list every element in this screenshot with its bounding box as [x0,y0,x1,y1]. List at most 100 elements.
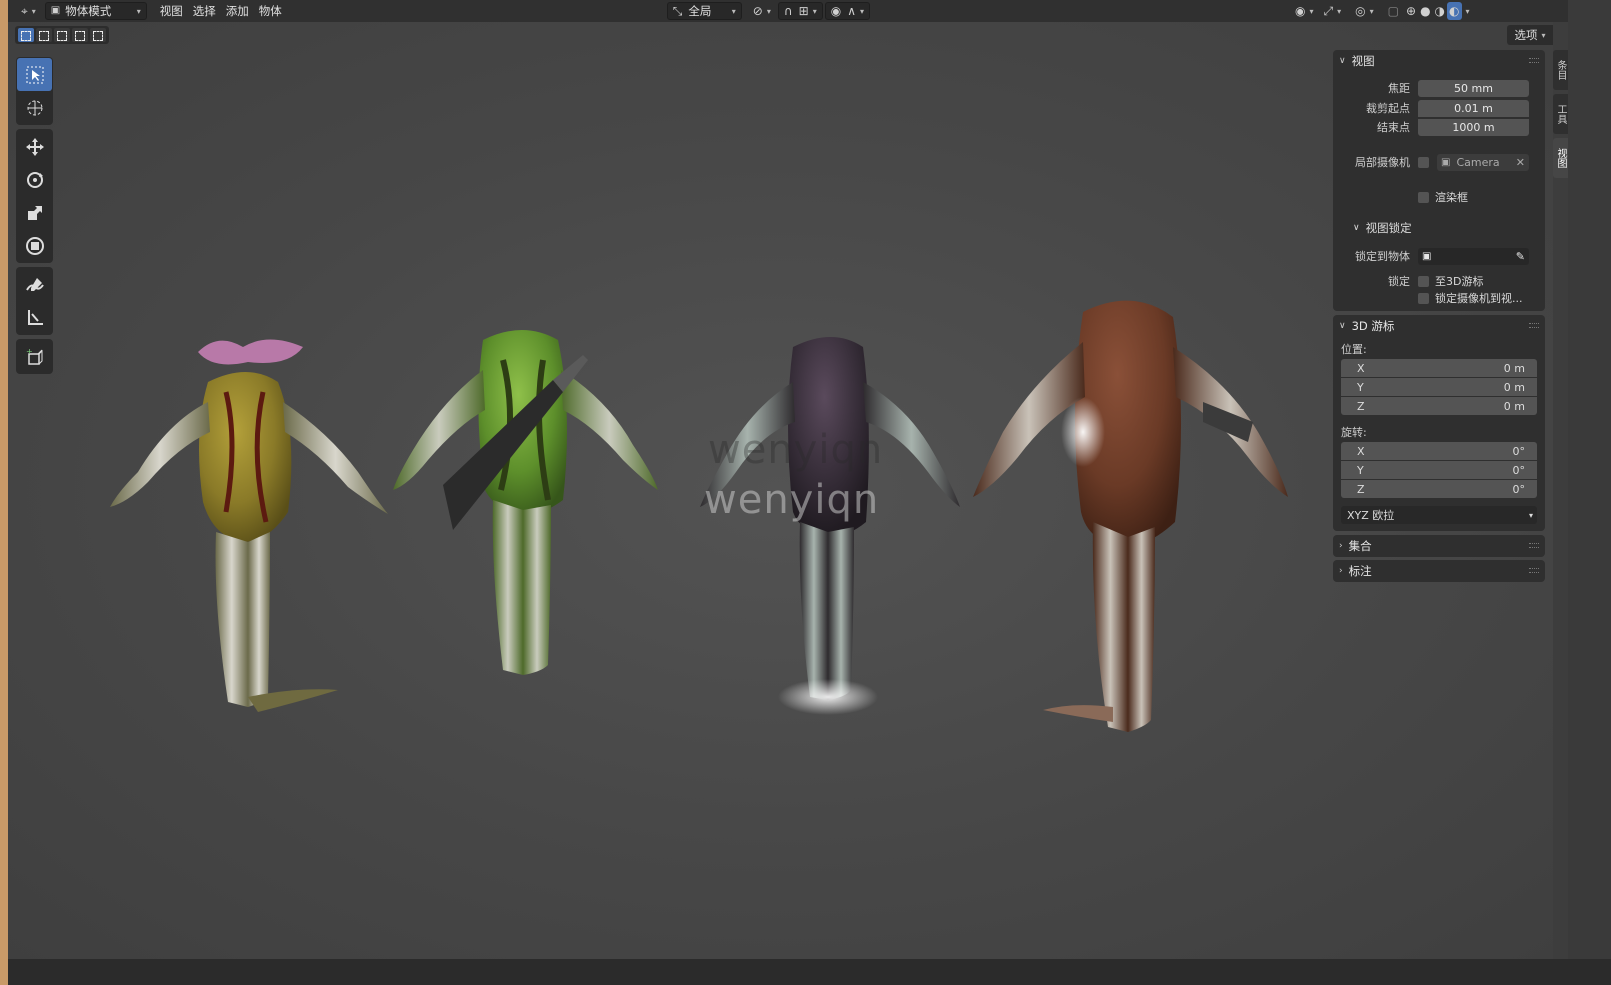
select-invert-icon[interactable] [72,28,88,42]
panel-grip-icon[interactable] [1529,568,1539,573]
panel-view-header[interactable]: ∨ 视图 [1333,50,1545,72]
tab-item[interactable]: 条目 [1553,50,1568,90]
proportional-edit-toggle[interactable]: ◉ ∧ ▾ [824,2,871,20]
rendered-shading-icon: ◐ [1449,4,1460,18]
axis-value: 0° [1512,482,1526,496]
visibility-button[interactable]: ◉ ▾ [1290,2,1319,20]
tool-shelf: + [16,57,53,378]
editor-type-button[interactable]: ⌖ ▾ [16,2,41,20]
measure-tool[interactable] [17,301,52,334]
shading-material[interactable]: ◑ [1433,2,1447,20]
snap-toggle[interactable]: ∩ ⊞ ▾ [777,2,823,20]
menu-select[interactable]: 选择 [188,2,221,20]
location-x-field[interactable]: X 0 m [1341,359,1537,377]
annotate-tool[interactable] [17,268,52,301]
visibility-icon: ◉ [1295,4,1306,18]
overlay-button[interactable]: ◎ ▾ [1350,2,1379,20]
location-label: 位置: [1341,343,1367,356]
panel-grip-icon[interactable] [1529,323,1539,328]
mode-selector[interactable]: ▣ 物体模式 ▾ [44,2,147,20]
clear-icon[interactable]: ✕ [1516,156,1525,169]
viewport-header: ⌖ ▾ ▣ 物体模式 ▾ 视图 选择 添加 物体 ⤡ 全局 ▾ ⊘ ▾ ∩ ⊞ ▾ ◉… [8,0,1568,22]
rotation-y-field[interactable]: Y 0° [1341,461,1537,479]
add-cube-tool[interactable]: + [17,340,52,373]
move-tool[interactable] [17,130,52,163]
xray-button[interactable]: ▢ [1383,2,1404,20]
lock-camera-checkbox[interactable] [1418,292,1429,304]
select-extend-icon[interactable] [36,28,52,42]
lock-cursor-checkbox[interactable] [1418,275,1429,287]
panel-collection-header[interactable]: › 集合 [1333,535,1545,557]
shading-wireframe[interactable]: ⊕ [1404,2,1418,20]
cursor-tool[interactable] [17,91,52,124]
select-subtract-icon[interactable] [54,28,70,42]
rotation-x-field[interactable]: X 0° [1341,442,1537,460]
transform-icon [25,236,44,255]
chevron-down-icon: ∨ [1339,321,1346,331]
proportional-icon: ◉ [830,4,842,18]
local-camera-checkbox[interactable] [1418,156,1429,168]
lock-label: 锁定 [1388,275,1410,288]
lock-object-field[interactable]: ▣ ✎ [1418,247,1529,265]
view-lock-subpanel-header[interactable]: ∨ 视图锁定 [1333,217,1545,239]
location-z-field[interactable]: Z 0 m [1341,397,1537,415]
pivot-icon: ⊘ [752,4,763,18]
focal-length-field[interactable]: 50 mm [1418,79,1529,97]
camera-object-field[interactable]: ▣ Camera ✕ [1437,153,1529,171]
shading-rendered[interactable]: ◐ [1447,2,1462,20]
falloff-icon: ∧ [847,4,857,18]
clip-end-label: 结束点 [1377,121,1410,134]
3d-viewport[interactable]: 选项 ▾ + wenyiqn wenyiqn ∨ 视图 焦距 50 mm 裁剪起… [8,22,1553,959]
rotation-z-field[interactable]: Z 0° [1341,480,1537,498]
pivot-point-button[interactable]: ⊘ ▾ [748,2,776,20]
snap-increment-icon: ⊞ [798,4,809,18]
menu-object[interactable]: 物体 [254,2,287,20]
menu-add[interactable]: 添加 [221,2,254,20]
render-region-checkbox[interactable] [1418,191,1429,203]
clip-end-field[interactable]: 1000 m [1418,118,1529,136]
panel-grip-icon[interactable] [1529,58,1539,63]
select-box-icon [26,66,43,83]
frog-model-green[interactable] [383,300,673,700]
transform-tool[interactable] [17,229,52,262]
frog-model-yellow[interactable] [98,302,398,722]
clip-start-field[interactable]: 0.01 m [1418,99,1529,117]
rotate-tool[interactable] [17,163,52,196]
axis-value: 0 m [1503,380,1525,394]
select-intersect-icon[interactable] [90,28,106,42]
frog-model-brown[interactable] [963,272,1303,742]
panel-view-title: 视图 [1351,54,1375,68]
shading-solid[interactable]: ● [1418,2,1432,20]
camera-name: Camera [1456,155,1500,169]
panel-3d-cursor: ∨ 3D 游标 位置: X 0 m Y 0 m Z 0 m 旋转: X 0° Y 0° Z… [1333,315,1545,531]
select-new-icon[interactable] [18,28,34,42]
panel-annotation-header[interactable]: › 标注 [1333,560,1545,582]
rotation-mode-dropdown[interactable]: XYZ 欧拉 ▾ [1341,506,1537,524]
panel-collection-title: 集合 [1348,539,1372,553]
move-icon [25,137,44,156]
wireframe-shading-icon: ⊕ [1406,4,1417,18]
right-window-strip [1568,0,1611,959]
scale-tool[interactable] [17,196,52,229]
sidebar-n-panel: ∨ 视图 焦距 50 mm 裁剪起点 0.01 m 结束点 1000 m 局部摄像机 … [1333,50,1545,585]
shading-options-chevron[interactable]: ▾ [1466,7,1470,16]
panel-cursor-header[interactable]: ∨ 3D 游标 [1333,315,1545,337]
panel-grip-icon[interactable] [1529,543,1539,548]
select-box-tool[interactable] [17,58,52,91]
location-y-field[interactable]: Y 0 m [1341,378,1537,396]
gizmo-button[interactable]: ⤢ ▾ [1319,2,1347,20]
tool-group-add: + [16,339,53,374]
eyedropper-icon[interactable]: ✎ [1516,250,1525,263]
lock-object-label: 锁定到物体 [1355,250,1410,263]
chevron-down-icon: ∨ [1353,223,1360,233]
tab-tool[interactable]: 工具 [1553,94,1568,134]
tab-view[interactable]: 视图 [1553,138,1568,178]
add-cube-icon: + [26,347,42,365]
rotate-icon [26,171,43,188]
rotation-label: 旋转: [1341,426,1367,439]
options-button[interactable]: 选项 ▾ [1507,25,1553,45]
axis-label: Y [1357,463,1364,477]
transform-orientation-dropdown[interactable]: ⤡ 全局 ▾ [666,2,742,20]
menu-view[interactable]: 视图 [155,2,188,20]
panel-view: ∨ 视图 焦距 50 mm 裁剪起点 0.01 m 结束点 1000 m 局部摄像机 … [1333,50,1545,311]
